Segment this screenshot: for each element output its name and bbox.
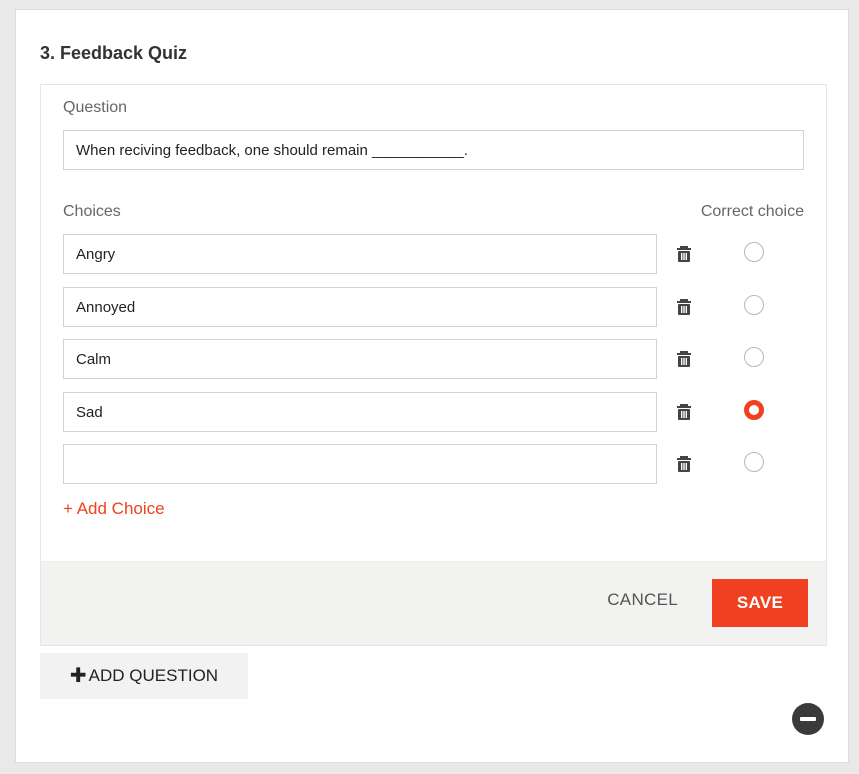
choice-input[interactable] xyxy=(63,234,657,274)
remove-circle-icon[interactable] xyxy=(792,703,824,735)
correct-choice-radio[interactable] xyxy=(744,452,764,472)
plus-icon: ✚ xyxy=(69,665,87,687)
choice-row xyxy=(63,392,804,434)
correct-choice-radio[interactable] xyxy=(744,295,764,315)
cancel-button[interactable]: CANCEL xyxy=(607,590,678,610)
add-question-label: ADD QUESTION xyxy=(88,666,219,685)
choice-input[interactable] xyxy=(63,444,657,484)
choice-input[interactable] xyxy=(63,339,657,379)
editor-footer: CANCEL SAVE xyxy=(41,561,826,645)
add-choice-link[interactable]: + Add Choice xyxy=(63,499,165,519)
trash-icon[interactable] xyxy=(674,244,694,264)
choice-input[interactable] xyxy=(63,392,657,432)
choice-row xyxy=(63,287,804,329)
choices-label: Choices xyxy=(63,203,121,220)
save-button[interactable]: SAVE xyxy=(712,579,808,627)
choice-row xyxy=(63,444,804,486)
choice-row xyxy=(63,234,804,276)
trash-icon[interactable] xyxy=(674,454,694,474)
choice-row xyxy=(63,339,804,381)
correct-choice-radio-selected[interactable] xyxy=(744,400,764,420)
trash-icon[interactable] xyxy=(674,402,694,422)
add-question-button[interactable]: ✚ ADD QUESTION xyxy=(40,653,248,699)
choice-input[interactable] xyxy=(63,287,657,327)
correct-choice-radio[interactable] xyxy=(744,242,764,262)
quiz-title: 3. Feedback Quiz xyxy=(40,43,188,63)
correct-choice-radio[interactable] xyxy=(744,347,764,367)
question-input[interactable] xyxy=(63,130,804,170)
question-label: Question xyxy=(63,99,128,116)
trash-icon[interactable] xyxy=(674,349,694,369)
trash-icon[interactable] xyxy=(674,297,694,317)
question-editor: Question Choices Correct choice xyxy=(40,84,827,646)
quiz-card: 3. Feedback Quiz Question Choices Correc… xyxy=(15,9,849,763)
correct-choice-label: Correct choice xyxy=(700,203,804,220)
